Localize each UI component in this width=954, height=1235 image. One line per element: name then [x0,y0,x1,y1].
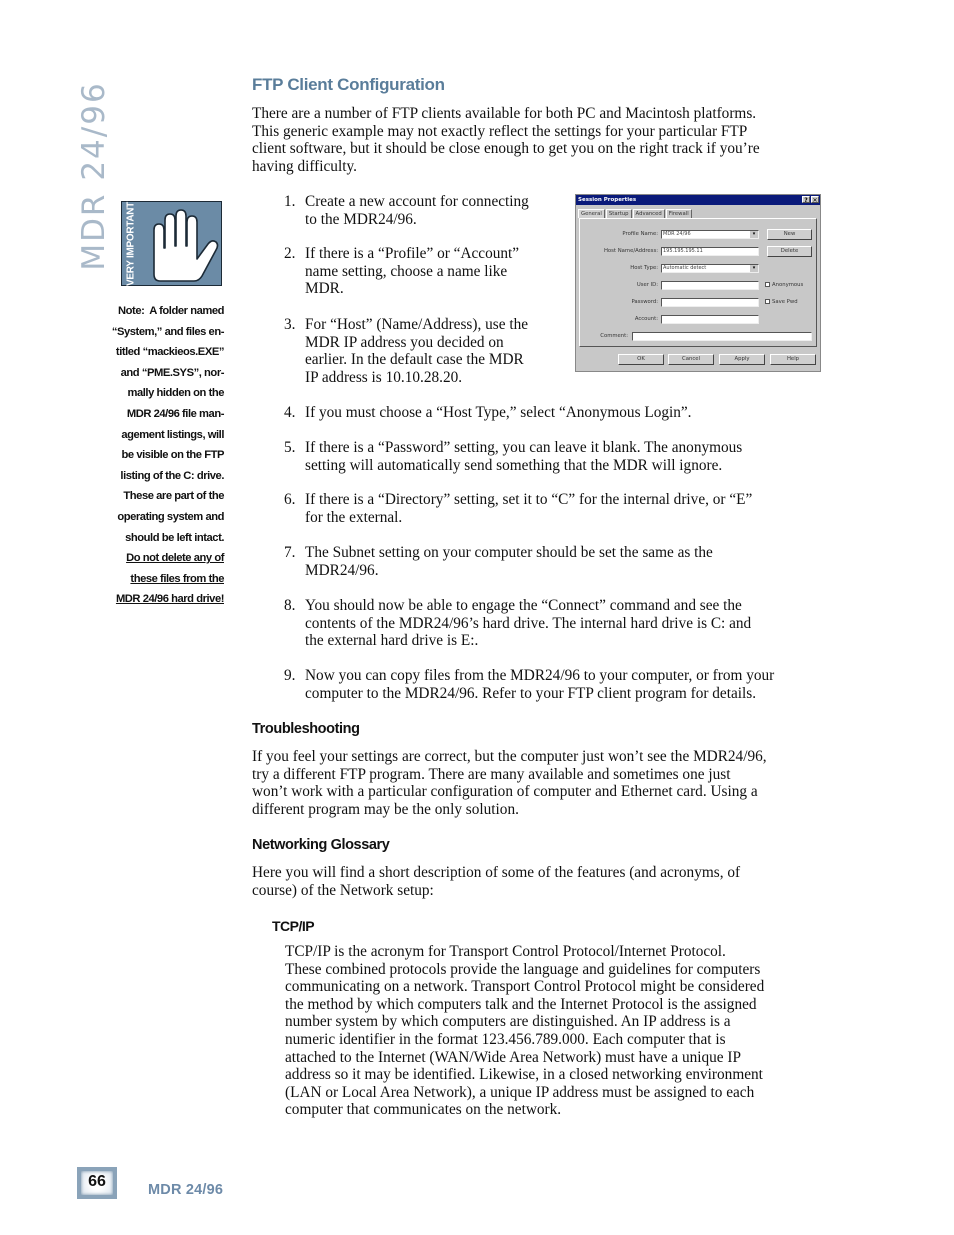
running-title-text: MDR 24/96 [76,80,112,271]
step-item: 5. If there is a “Password” setting, you… [284,439,743,474]
ok-button[interactable]: OK [618,354,664,365]
comment-input[interactable] [632,332,812,341]
host-type-label: Host Type: [630,265,658,271]
cancel-button[interactable]: Cancel [668,354,714,365]
tab-firewall[interactable]: Firewall [665,209,692,218]
tcpip-paragraph: TCP/IP is the acronym for Transport Cont… [285,943,765,1119]
help-icon[interactable]: ? [802,196,810,204]
password-label: Password: [631,299,658,305]
hand-stop-icon [153,209,219,282]
account-label: Account: [634,316,658,322]
dialog-panel: Profile Name: MDR 24/96 ▾ New Host Name/… [579,218,817,347]
host-label: Host Name/Address: [603,248,658,254]
footer-product-name: MDR 24/96 [148,1182,224,1198]
very-important-icon: VERY IMPORTANT [121,201,222,286]
running-title: MDR 24/96 [74,78,114,273]
user-id-label: User ID: [636,282,658,288]
step-item: 7. The Subnet setting on your computer s… [284,544,713,579]
dialog-tabs: General Startup Advanced Firewall [578,209,693,218]
password-input[interactable] [661,298,759,307]
troubleshooting-heading: Troubleshooting [252,721,360,737]
new-button[interactable]: New [767,229,812,240]
save-pwd-checkbox[interactable]: Save Pwd [765,299,798,305]
session-properties-dialog: Session Properties ? ✕ General Startup A… [575,194,821,372]
comment-label: Comment: [600,333,628,339]
dialog-title-bar: Session Properties ? ✕ [576,195,820,205]
tab-general[interactable]: General [578,209,605,218]
note-warning: Do not delete any of these files from th… [115,552,225,606]
intro-paragraph: There are a number of FTP clients availa… [252,105,760,175]
tcpip-heading: TCP/IP [272,918,315,934]
page-number: 66 [88,1173,106,1190]
account-input[interactable] [661,315,759,324]
tab-advanced[interactable]: Advanced [632,209,665,218]
apply-button[interactable]: Apply [719,354,765,365]
delete-button[interactable]: Delete [767,246,812,257]
user-id-input[interactable] [661,281,759,290]
step-item: 4. If you must choose a “Host Type,” sel… [284,404,692,421]
profile-name-label: Profile Name: [622,231,658,237]
sidebar-note: Note: A folder named “System,” and files… [100,301,225,610]
section-title: FTP Client Configuration [252,75,445,94]
note-label: Note: [118,305,145,317]
very-important-label: VERY IMPORTANT [125,202,137,286]
host-type-select[interactable]: Automatic detect ▾ [661,264,759,273]
step-item: 3. For “Host” (Name/Address), use the MDR… [284,316,529,386]
glossary-heading: Networking Glossary [252,837,390,853]
troubleshooting-paragraph: If you feel your settings are correct, b… [252,748,767,818]
step-item: 8. You should now be able to engage the … [284,597,752,650]
step-item: 2. If there is a “Profile” or “Account” n… [284,245,520,298]
page-number-box: 66 [77,1167,117,1199]
step-item: 6. If there is a “Directory” setting, se… [284,491,753,526]
close-icon[interactable]: ✕ [811,196,819,204]
glossary-intro: Here you will find a short description o… [252,864,741,899]
step-item: 9. Now you can copy files from the MDR24… [284,667,775,702]
chevron-down-icon[interactable]: ▾ [750,265,758,272]
host-input[interactable]: 195.195.195.11 [661,247,759,256]
tab-startup[interactable]: Startup [605,209,632,218]
profile-name-select[interactable]: MDR 24/96 ▾ [661,230,759,239]
anonymous-checkbox[interactable]: Anonymous [765,282,803,288]
step-item: 1. Create a new account for connecting to… [284,193,529,228]
chevron-down-icon[interactable]: ▾ [750,231,758,238]
help-button[interactable]: Help [770,354,816,365]
